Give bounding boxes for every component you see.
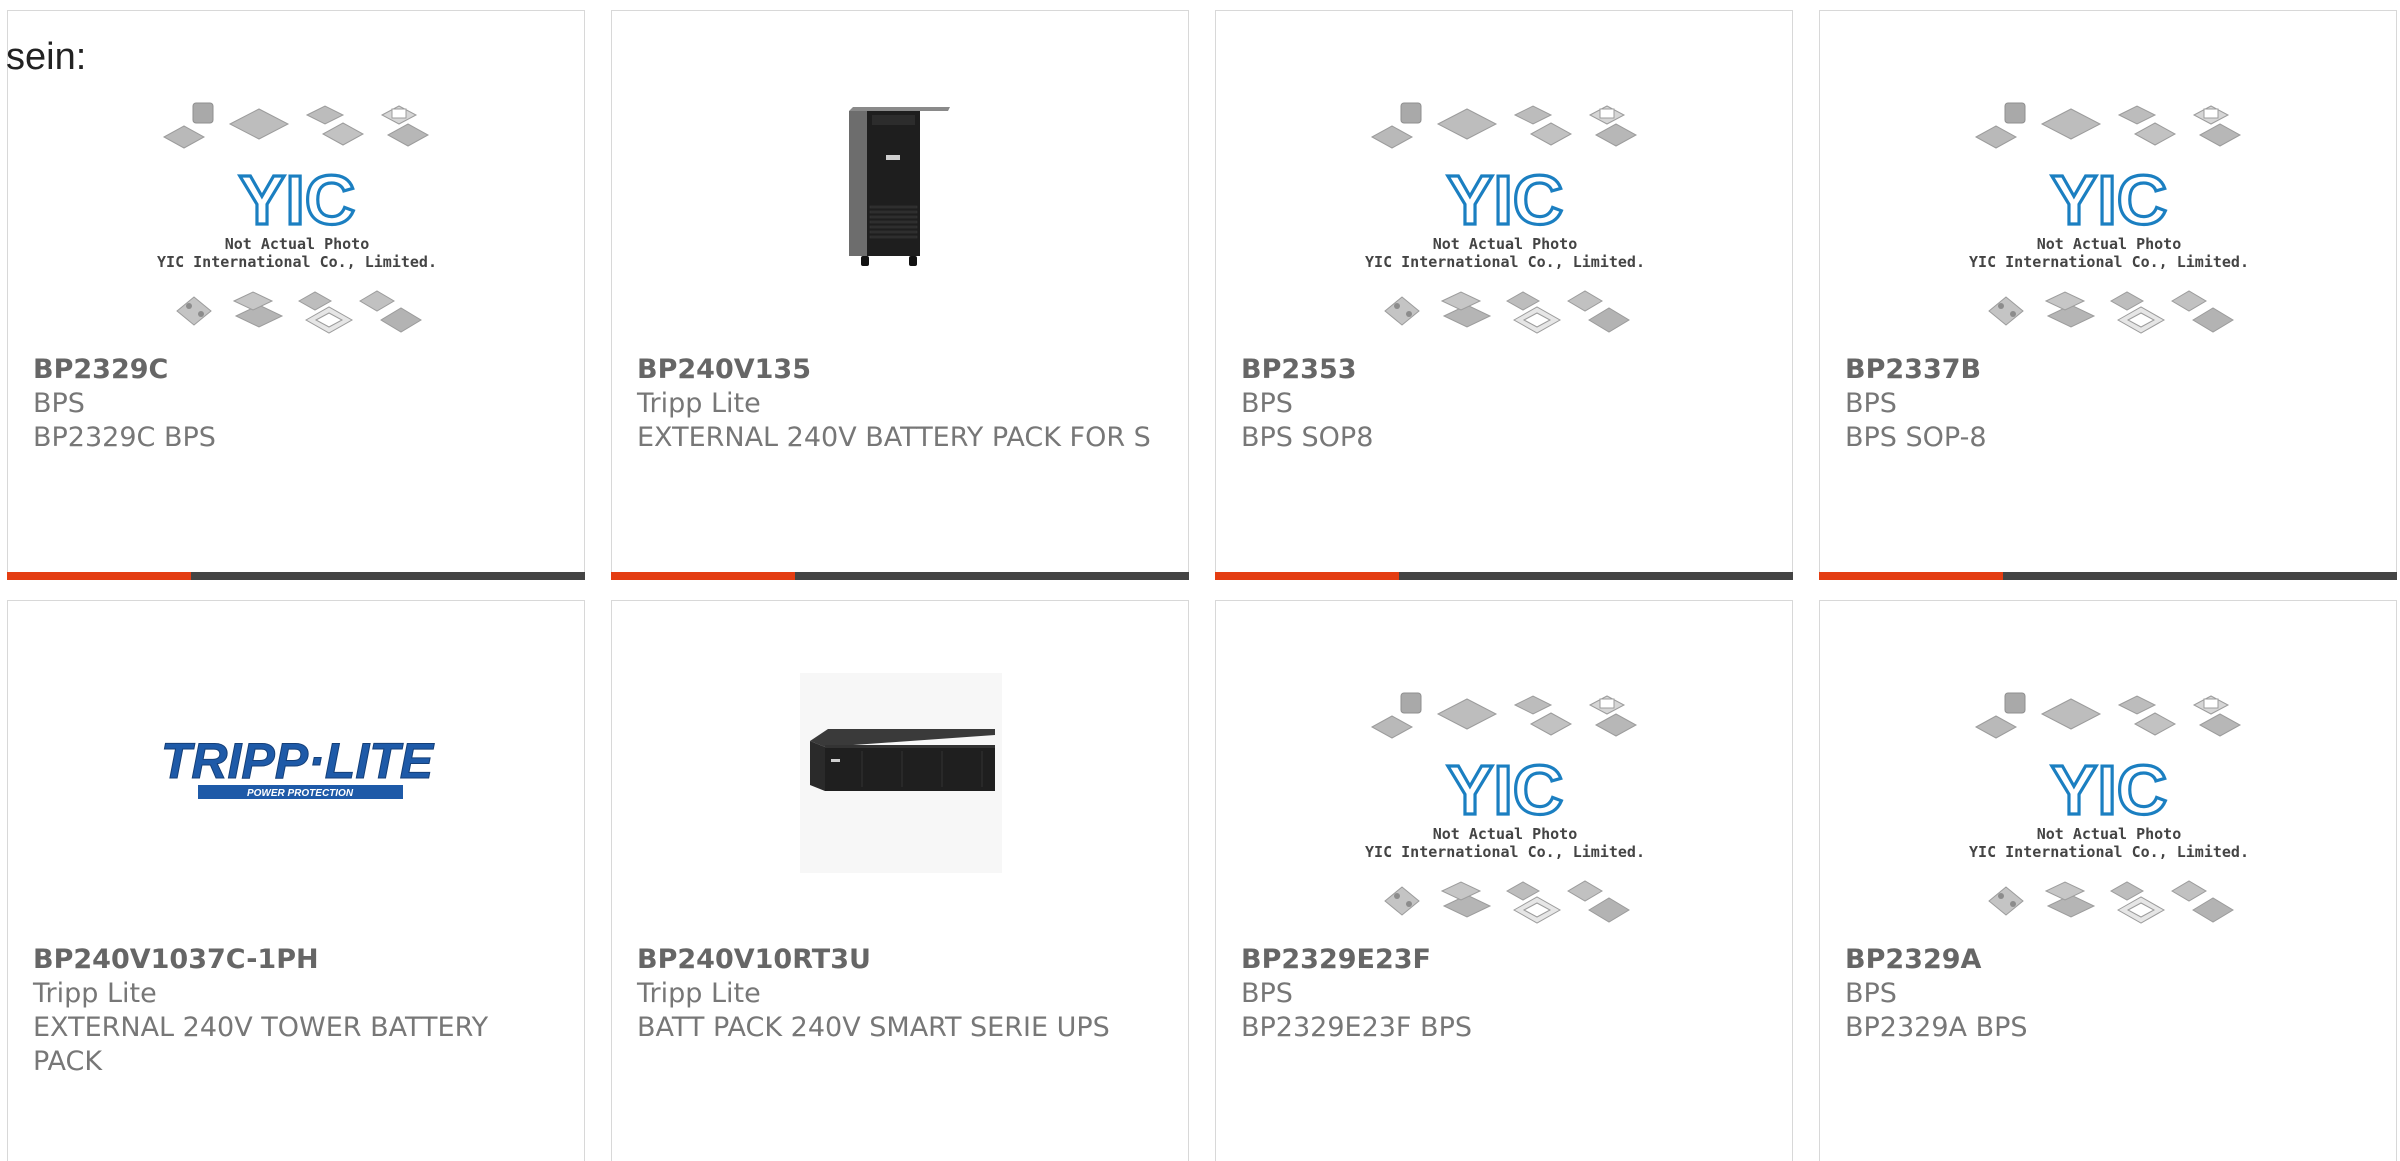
- product-image[interactable]: YIC Not Actual Photo YIC International Co.…: [1216, 11, 1792, 346]
- yic-placeholder-icon: YICNot Actual PhotoYIC International Co.…: [1365, 692, 1645, 924]
- product-description: BP2329A BPS: [1845, 1012, 2028, 1043]
- tower-battery-icon: [849, 107, 950, 266]
- product-card[interactable]: YIC Not Actual Photo YIC International Co.…: [1215, 10, 1793, 580]
- product-grid-page: sein: YIC Not Actual Photo YIC Internation…: [0, 0, 2400, 1161]
- card-accent-bar: [1819, 572, 2003, 580]
- product-image[interactable]: [612, 11, 1188, 346]
- chip-cluster-top: [162, 102, 430, 149]
- product-card[interactable]: YIC Not Actual Photo YIC International Co.…: [1819, 600, 2397, 1161]
- product-part-number[interactable]: BP240V10RT3U: [637, 943, 871, 977]
- product-part-number[interactable]: BP240V1037C-1PH: [33, 943, 319, 977]
- product-manufacturer: Tripp Lite: [33, 978, 157, 1009]
- chip-cluster-bottom: [1384, 880, 1630, 924]
- yic-logo-text: YIC: [1447, 751, 1564, 829]
- chip-cluster-top: [1370, 102, 1638, 149]
- placeholder-caption-line2: YIC International Co., Limited.: [157, 253, 437, 271]
- yic-placeholder-icon: YICNot Actual PhotoYIC International Co.…: [1365, 102, 1645, 334]
- product-card[interactable]: YIC Not Actual Photo YIC International Co.…: [7, 10, 585, 580]
- product-description: EXTERNAL 240V BATTERY PACK FOR S: [637, 422, 1151, 453]
- product-manufacturer: Tripp Lite: [637, 388, 761, 419]
- placeholder-caption-line2: YIC International Co., Limited.: [1969, 843, 2249, 861]
- product-card[interactable]: TRIPP·LITE POWER PROTECTION BP240V1037C-…: [7, 600, 585, 1161]
- card-accent-bar: [1215, 572, 1399, 580]
- yic-logo-text: YIC: [2051, 161, 2168, 239]
- product-description: BPS SOP8: [1241, 422, 1374, 453]
- product-card[interactable]: BP240V10RT3U Tripp Lite BATT PACK 240V S…: [611, 600, 1189, 1161]
- card-accent-bar: [7, 572, 191, 580]
- product-image[interactable]: YIC Not Actual Photo YIC International Co.…: [1216, 601, 1792, 936]
- yic-logo-text: YIC: [2051, 751, 2168, 829]
- product-part-number[interactable]: BP2329E23F: [1241, 943, 1431, 977]
- placeholder-caption-line1: Not Actual Photo: [1433, 825, 1578, 843]
- product-manufacturer: BPS: [1241, 978, 1293, 1009]
- product-manufacturer: BPS: [1241, 388, 1293, 419]
- yic-placeholder-icon: YICNot Actual PhotoYIC International Co.…: [1969, 692, 2249, 924]
- product-part-number[interactable]: BP2329A: [1845, 943, 1981, 977]
- product-part-number[interactable]: BP2353: [1241, 353, 1357, 387]
- yic-placeholder-icon: YICNot Actual PhotoYIC International Co.…: [1969, 102, 2249, 334]
- placeholder-caption-line1: Not Actual Photo: [1433, 235, 1578, 253]
- product-image[interactable]: YIC Not Actual Photo YIC International Co.…: [8, 11, 584, 346]
- product-card[interactable]: BP240V135 Tripp Lite EXTERNAL 240V BATTE…: [611, 10, 1189, 580]
- intro-text: sein:: [6, 36, 87, 78]
- placeholder-caption-line1: Not Actual Photo: [2037, 235, 2182, 253]
- card-bottom-bar: [1215, 572, 1793, 580]
- card-bottom-bar: [611, 572, 1189, 580]
- product-image[interactable]: [612, 601, 1188, 936]
- product-manufacturer: Tripp Lite: [637, 978, 761, 1009]
- product-manufacturer: BPS: [33, 388, 85, 419]
- product-manufacturer: BPS: [1845, 978, 1897, 1009]
- chip-cluster-top: [1370, 692, 1638, 739]
- yic-logo-text: YIC: [1447, 161, 1564, 239]
- placeholder-caption-line2: YIC International Co., Limited.: [1365, 253, 1645, 271]
- placeholder-caption-line2: YIC International Co., Limited.: [1969, 253, 2249, 271]
- product-manufacturer: BPS: [1845, 388, 1897, 419]
- card-bottom-bar: [7, 572, 585, 580]
- placeholder-caption-line2: YIC International Co., Limited.: [1365, 843, 1645, 861]
- product-description: BP2329C BPS: [33, 422, 216, 453]
- product-part-number[interactable]: BP2329C: [33, 353, 168, 387]
- tripplite-logo-icon: TRIPP·LITE POWER PROTECTION: [160, 733, 435, 799]
- yic-placeholder-icon: YICNot Actual PhotoYIC International Co.…: [157, 102, 437, 334]
- chip-cluster-top: [1974, 692, 2242, 739]
- card-bottom-bar: [1819, 572, 2397, 580]
- chip-cluster-top: [1974, 102, 2242, 149]
- product-description: BP2329E23F BPS: [1241, 1012, 1472, 1043]
- card-accent-bar: [611, 572, 795, 580]
- placeholder-caption-line1: Not Actual Photo: [2037, 825, 2182, 843]
- product-part-number[interactable]: BP240V135: [637, 353, 811, 387]
- chip-cluster-bottom: [1988, 880, 2234, 924]
- product-part-number[interactable]: BP2337B: [1845, 353, 1981, 387]
- product-description: BATT PACK 240V SMART SERIE UPS: [637, 1012, 1110, 1043]
- placeholder-caption-line1: Not Actual Photo: [225, 235, 370, 253]
- chip-cluster-bottom: [1988, 290, 2234, 334]
- product-description: BPS SOP-8: [1845, 422, 1987, 453]
- rack-battery-icon: [800, 673, 1002, 873]
- product-image[interactable]: TRIPP·LITE POWER PROTECTION: [8, 601, 584, 936]
- product-card[interactable]: YIC Not Actual Photo YIC International Co.…: [1819, 10, 2397, 580]
- chip-cluster-bottom: [176, 290, 422, 334]
- product-image[interactable]: YIC Not Actual Photo YIC International Co.…: [1820, 601, 2396, 936]
- chip-cluster-bottom: [1384, 290, 1630, 334]
- product-description: EXTERNAL 240V TOWER BATTERY PACK: [33, 1012, 489, 1077]
- yic-logo-text: YIC: [239, 161, 356, 239]
- product-image[interactable]: YIC Not Actual Photo YIC International Co.…: [1820, 11, 2396, 346]
- tripplite-logo-text: TRIPP·LITE: [161, 733, 435, 789]
- tripplite-logo-subtext: POWER PROTECTION: [247, 788, 354, 799]
- product-card[interactable]: YIC Not Actual Photo YIC International Co.…: [1215, 600, 1793, 1161]
